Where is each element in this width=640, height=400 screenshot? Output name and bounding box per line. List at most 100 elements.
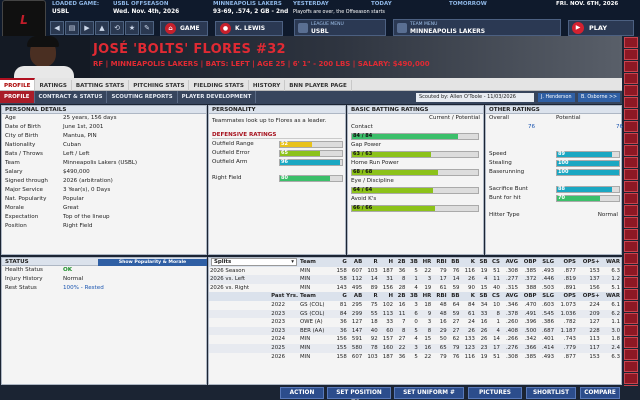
splits-column-header[interactable]: G [332,258,348,267]
past-column-header[interactable]: SLG [537,292,556,301]
side-tool-icon[interactable] [624,109,638,120]
show-popularity-button[interactable]: Show Popularity & Morale [98,259,207,266]
side-tool-icon[interactable] [624,361,638,372]
play-button[interactable]: ▶ PLAY [568,20,634,36]
up-icon[interactable]: ▲ [95,21,109,35]
table-row[interactable]: 2026 MIN 158 607 103 187 36 5 22 79 76 116 19 51 .308.… [209,353,621,362]
past-column-header[interactable]: AB [347,292,364,301]
compare-button[interactable]: COMPARE [580,387,620,399]
table-row[interactable]: 2026 Season MIN 158 607 103 187 36 5 22 79 76 116 19… [209,267,621,276]
table-row[interactable]: 2026 vs. Right MIN 143 495 89 156 28 4 19 61 59 90 1… [209,284,621,293]
side-tool-icon[interactable] [624,61,638,72]
splits-column-header[interactable]: OPS [555,258,577,267]
past-column-header[interactable]: OBP [519,292,538,301]
past-column-header[interactable]: Team [299,292,333,301]
subtab-player-development[interactable]: PLAYER DEVELOPMENT [178,91,257,103]
past-column-header[interactable]: WAR [600,292,621,301]
side-tool-icon[interactable] [624,205,638,216]
past-column-header[interactable]: G [332,292,348,301]
side-tool-icon[interactable] [624,37,638,48]
player-button[interactable]: ● K. LEWIS [215,21,283,36]
past-column-header[interactable]: BB [447,292,461,301]
side-tool-icon[interactable] [624,73,638,84]
scout-next-button[interactable]: B. Osborne >> [578,93,621,102]
side-tool-icon[interactable] [624,181,638,192]
side-tool-icon[interactable] [624,121,638,132]
splits-column-header[interactable]: Team [299,258,333,267]
past-column-header[interactable]: RBI [432,292,448,301]
past-column-header[interactable]: OPS+ [576,292,601,301]
team-menu[interactable]: TEAM MENU MINNEAPOLIS LAKERS [393,19,561,36]
splits-column-header[interactable]: AVG [500,258,520,267]
side-tool-icon[interactable] [624,253,638,264]
game-button[interactable]: ⌂ GAME [160,21,208,36]
splits-column-header[interactable]: CS [488,258,501,267]
splits-dropdown[interactable]: Splits ▾ [211,258,297,266]
side-tool-icon[interactable] [624,349,638,360]
history-icon[interactable]: ⟲ [110,21,124,35]
past-column-header[interactable]: 2B [394,292,407,301]
set-uniform-button[interactable]: SET UNIFORM # [394,387,464,399]
side-tool-icon[interactable] [624,169,638,180]
forward-icon[interactable]: ▶ [80,21,94,35]
side-tool-icon[interactable] [624,85,638,96]
splits-column-header[interactable]: K [460,258,476,267]
past-column-header[interactable]: K [460,292,476,301]
table-row[interactable]: 2023 BER (AA) 36 147 40 60 8 5 8 29 27 26 26 4.408.50… [209,326,621,336]
splits-column-header[interactable]: AB [347,258,364,267]
past-column-header[interactable]: SB [475,292,489,301]
splits-column-header[interactable]: OBP [519,258,538,267]
subtab-contract-status[interactable]: CONTRACT & STATUS [35,91,108,103]
side-tool-icon[interactable] [624,193,638,204]
table-row[interactable]: 2022 GS (COL) 81 295 75 102 16 3 18 48 64 84 34 10 .34… [209,301,621,310]
table-row[interactable]: 2023 GS (COL) 84 299 55 113 11 6 9 48 59 61 33 8.378.… [209,309,621,319]
subtab-scouting-reports[interactable]: SCOUTING REPORTS [107,91,178,103]
past-column-header[interactable]: H [378,292,395,301]
side-tool-icon[interactable] [624,49,638,60]
side-tool-icon[interactable] [624,289,638,300]
side-tool-icon[interactable] [624,145,638,156]
side-tool-icon[interactable] [624,325,638,336]
table-row[interactable]: 2025 MIN 155 580 78 160 22 3 16 65 79 123 23 17.276.3… [209,343,621,353]
side-tool-icon[interactable] [624,133,638,144]
side-tool-icon[interactable] [624,217,638,228]
table-row[interactable]: 2024 MIN 156 591 92 157 27 4 15 50 62 133 26 14 .266 .3… [209,335,621,344]
tab-profile[interactable]: PROFILE [0,78,36,90]
side-tool-icon[interactable] [624,301,638,312]
splits-column-header[interactable]: SLG [537,258,556,267]
side-tool-icon[interactable] [624,229,638,240]
back-icon[interactable]: ◀ [50,21,64,35]
set-position-button[interactable]: SET POSITION TO... [327,387,391,399]
splits-column-header[interactable]: OPS+ [576,258,601,267]
past-column-header[interactable]: OPS [555,292,577,301]
splits-column-header[interactable]: BB [447,258,461,267]
side-tool-icon[interactable] [624,97,638,108]
scout-prev-button[interactable]: J. Henderson [538,93,575,102]
splits-column-header[interactable]: HR [418,258,433,267]
side-tool-icon[interactable] [624,265,638,276]
splits-column-header[interactable]: WAR [600,258,621,267]
side-tool-icon[interactable] [624,277,638,288]
menu-icon[interactable]: ▤ [65,21,79,35]
past-column-header[interactable]: HR [418,292,433,301]
past-column-header[interactable]: CS [488,292,501,301]
shortlist-button[interactable]: SHORTLIST [526,387,576,399]
splits-column-header[interactable]: R [363,258,379,267]
action-button[interactable]: ACTION [280,387,324,399]
pictures-button[interactable]: PICTURES [468,387,522,399]
past-column-header[interactable]: R [363,292,379,301]
past-column-header[interactable]: AVG [500,292,520,301]
subtab-profile[interactable]: PROFILE [0,91,35,103]
side-tool-icon[interactable] [624,313,638,324]
team-logo[interactable]: L [2,0,46,40]
splits-column-header[interactable]: H [378,258,395,267]
side-tool-icon[interactable] [624,157,638,168]
past-column-header[interactable]: 3B [406,292,419,301]
side-tool-icon[interactable] [624,373,638,384]
table-row[interactable]: 2023 OWE (A) 36 127 18 33 7 0 3 16 27 24 16 1 .260 .396… [209,318,621,327]
star-icon[interactable]: ★ [125,21,139,35]
splits-column-header[interactable]: 3B [406,258,419,267]
options-icon[interactable]: ✎ [140,21,154,35]
splits-column-header[interactable]: RBI [432,258,448,267]
league-menu[interactable]: LEAGUE MENU USBL [294,19,386,36]
